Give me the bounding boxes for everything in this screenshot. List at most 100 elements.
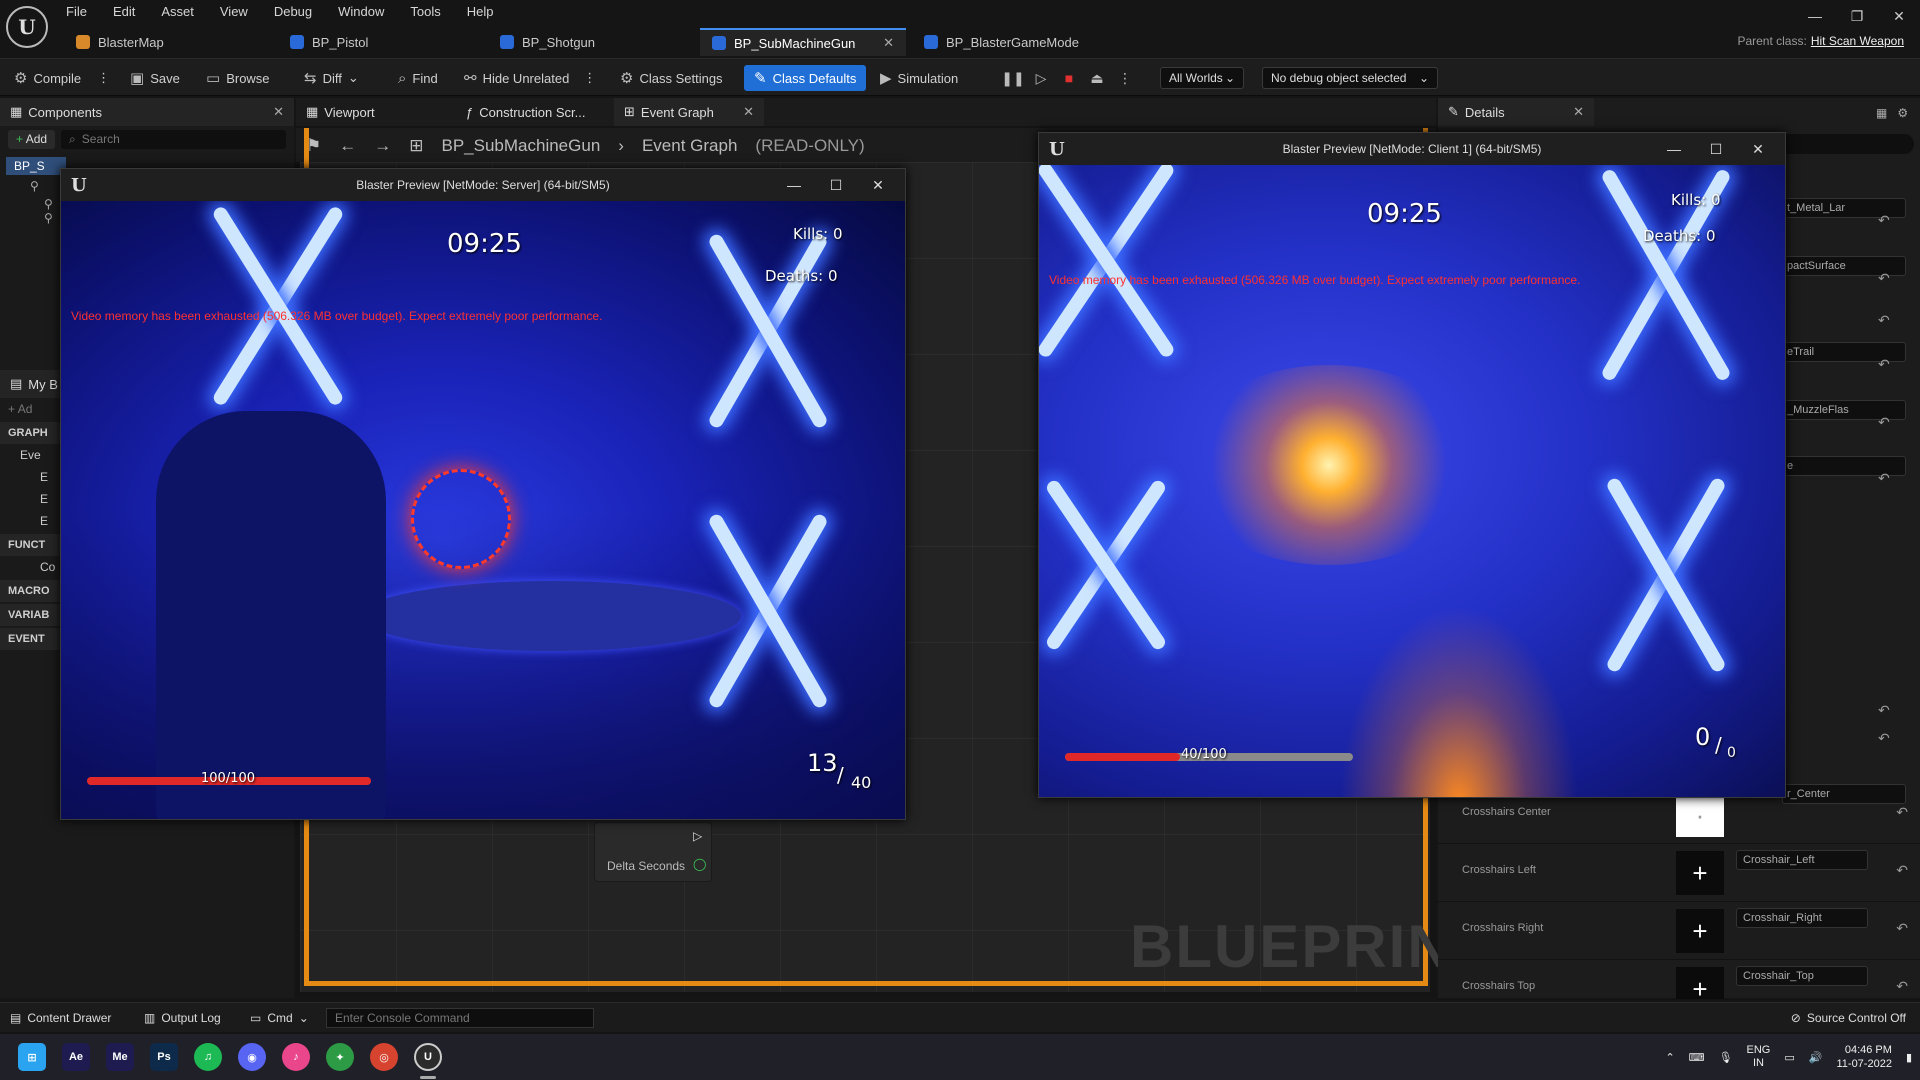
- simulation-button[interactable]: ▶ Simulation: [874, 65, 964, 91]
- menu-asset[interactable]: Asset: [161, 4, 194, 22]
- menu-file[interactable]: File: [66, 4, 87, 22]
- menu-view[interactable]: View: [220, 4, 248, 22]
- reset-arrow-icon[interactable]: ↶: [1878, 702, 1890, 719]
- step-icon[interactable]: ▷: [1032, 69, 1050, 87]
- browse-button[interactable]: ▭ Browse: [200, 65, 276, 91]
- texture-thumbnail[interactable]: +: [1676, 967, 1724, 999]
- maximize-icon[interactable]: ☐: [815, 169, 857, 201]
- menu-debug[interactable]: Debug: [274, 4, 312, 22]
- close-icon[interactable]: ✕: [273, 104, 284, 120]
- minimize-icon[interactable]: —: [773, 169, 815, 201]
- pause-icon[interactable]: ❚❚: [1001, 69, 1024, 87]
- menu-help[interactable]: Help: [467, 4, 494, 22]
- close-icon[interactable]: ✕: [857, 169, 899, 201]
- reset-arrow-icon[interactable]: ↶: [1878, 470, 1890, 487]
- discord-icon[interactable]: ◉: [238, 1043, 266, 1071]
- tab-construction-script[interactable]: ƒ Construction Scr...: [456, 98, 595, 126]
- reset-arrow-icon[interactable]: ↶: [1878, 730, 1890, 747]
- after-effects-icon[interactable]: Ae: [62, 1043, 90, 1071]
- texture-thumbnail[interactable]: +: [1676, 909, 1724, 953]
- asset-picker[interactable]: Crosshair_Right: [1736, 908, 1868, 928]
- speaker-icon[interactable]: 🔊: [1809, 1051, 1823, 1064]
- client-preview-window[interactable]: U Blaster Preview [NetMode: Client 1] (6…: [1038, 132, 1786, 798]
- diff-button[interactable]: ⇆ Diff ⌄: [298, 65, 365, 91]
- reset-arrow-icon[interactable]: ↶: [1896, 862, 1908, 879]
- parent-class-link[interactable]: Hit Scan Weapon: [1811, 34, 1904, 48]
- details-search-input[interactable]: [1778, 134, 1914, 154]
- tick-event-node[interactable]: ▷ Delta Seconds ◯: [594, 822, 712, 882]
- close-icon[interactable]: ✕: [743, 104, 754, 120]
- reset-arrow-icon[interactable]: ↶: [1896, 804, 1908, 821]
- itunes-icon[interactable]: ♪: [282, 1043, 310, 1071]
- window-title-bar[interactable]: U Blaster Preview [NetMode: Client 1] (6…: [1039, 133, 1785, 165]
- window-title-bar[interactable]: U Blaster Preview [NetMode: Server] (64-…: [61, 169, 905, 201]
- tab-viewport[interactable]: ▦ Viewport: [296, 98, 385, 126]
- language-indicator[interactable]: ENG IN: [1747, 1044, 1771, 1070]
- texture-thumbnail[interactable]: ·: [1676, 793, 1724, 837]
- find-button[interactable]: ⌕ Find: [392, 65, 444, 91]
- exec-pin-icon[interactable]: ▷: [693, 829, 702, 843]
- more-options-icon[interactable]: ⋮: [1116, 69, 1134, 87]
- reset-arrow-icon[interactable]: ↶: [1896, 920, 1908, 937]
- components-search-input[interactable]: ⌕ Search: [61, 130, 286, 149]
- keyboard-icon[interactable]: ⌨: [1689, 1051, 1705, 1064]
- reset-arrow-icon[interactable]: ↶: [1878, 414, 1890, 431]
- grid-icon[interactable]: ▦: [1876, 106, 1887, 120]
- cmd-selector[interactable]: ▭ Cmd ⌄: [250, 1009, 309, 1027]
- menu-tools[interactable]: Tools: [410, 4, 440, 22]
- save-button[interactable]: ▣ Save: [124, 65, 186, 91]
- world-selector[interactable]: All Worlds ⌄: [1160, 67, 1244, 89]
- server-preview-window[interactable]: U Blaster Preview [NetMode: Server] (64-…: [60, 168, 906, 820]
- add-component-button[interactable]: + Add: [8, 130, 56, 149]
- content-drawer-button[interactable]: ▤ Content Drawer: [10, 1009, 111, 1027]
- details-tab[interactable]: ✎ Details ✕: [1438, 98, 1594, 126]
- microphone-icon[interactable]: 🎙: [1719, 1051, 1733, 1064]
- chrome-icon[interactable]: ◎: [370, 1043, 398, 1071]
- component-root[interactable]: BP_S: [6, 157, 66, 175]
- components-tab[interactable]: ▦ Components ✕: [0, 98, 294, 126]
- asset-picker[interactable]: Crosshair_Top: [1736, 966, 1868, 986]
- photoshop-icon[interactable]: Ps: [150, 1043, 178, 1071]
- minimize-icon[interactable]: —: [1653, 133, 1695, 165]
- compile-button[interactable]: ⚙ Compile ⋮: [8, 65, 116, 91]
- close-icon[interactable]: ✕: [1878, 0, 1920, 32]
- hide-unrelated-button[interactable]: ⚯ Hide Unrelated ⋮: [458, 65, 602, 91]
- doc-tab-bp-shotgun[interactable]: BP_Shotgun: [488, 28, 607, 56]
- maximize-icon[interactable]: ☐: [1695, 133, 1737, 165]
- eject-icon[interactable]: ⏏: [1088, 69, 1106, 87]
- menu-window[interactable]: Window: [338, 4, 384, 22]
- output-log-button[interactable]: ▥ Output Log: [144, 1009, 221, 1027]
- gear-icon[interactable]: ⚙: [1897, 106, 1908, 120]
- debug-object-selector[interactable]: No debug object selected ⌄: [1262, 67, 1438, 89]
- doc-tab-bp-pistol[interactable]: BP_Pistol: [278, 28, 380, 56]
- clock[interactable]: 04:46 PM 11-07-2022: [1836, 1043, 1891, 1071]
- more-options-icon[interactable]: ⋮: [583, 70, 596, 86]
- reset-arrow-icon[interactable]: ↶: [1878, 212, 1890, 229]
- class-settings-button[interactable]: ⚙ Class Settings: [614, 65, 729, 91]
- reset-arrow-icon[interactable]: ↶: [1896, 978, 1908, 995]
- doc-tab-bp-submachinegun[interactable]: BP_SubMachineGun ✕: [700, 28, 906, 56]
- stop-icon[interactable]: ■: [1060, 69, 1078, 87]
- menu-edit[interactable]: Edit: [113, 4, 135, 22]
- console-input[interactable]: Enter Console Command: [326, 1008, 594, 1028]
- reset-arrow-icon[interactable]: ↶: [1878, 356, 1890, 373]
- source-control-button[interactable]: ⊘ Source Control Off: [1791, 1009, 1906, 1027]
- close-icon[interactable]: ✕: [1573, 104, 1584, 120]
- reset-arrow-icon[interactable]: ↶: [1878, 312, 1890, 329]
- float-pin-icon[interactable]: ◯: [693, 857, 706, 871]
- more-options-icon[interactable]: ⋮: [97, 70, 110, 86]
- game-viewport[interactable]: 09:25 Kills: 0 Deaths: 0 Video memory ha…: [61, 201, 905, 819]
- asset-picker[interactable]: Crosshair_Left: [1736, 850, 1868, 870]
- display-icon[interactable]: ▭: [1784, 1051, 1794, 1064]
- unreal-taskbar-icon[interactable]: U: [414, 1043, 442, 1071]
- razer-icon[interactable]: ✦: [326, 1043, 354, 1071]
- game-viewport[interactable]: 09:25 Kills: 0 Deaths: 0 Video memory ha…: [1039, 165, 1785, 797]
- restore-icon[interactable]: ❐: [1836, 0, 1878, 32]
- windows-start-icon[interactable]: ⊞: [18, 1043, 46, 1071]
- media-encoder-icon[interactable]: Me: [106, 1043, 134, 1071]
- doc-tab-bp-blastergamemode[interactable]: BP_BlasterGameMode: [912, 28, 1091, 56]
- texture-thumbnail[interactable]: +: [1676, 851, 1724, 895]
- class-defaults-button[interactable]: ✎ Class Defaults: [744, 65, 867, 91]
- chevron-up-icon[interactable]: ⌃: [1665, 1051, 1674, 1064]
- doc-tab-blastermap[interactable]: BlasterMap: [64, 28, 176, 56]
